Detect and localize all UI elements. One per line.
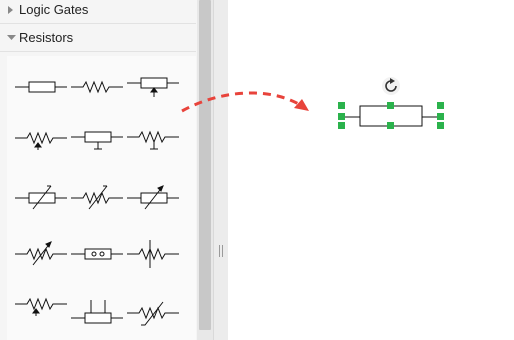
- resize-handle[interactable]: [338, 113, 345, 120]
- resize-handle[interactable]: [387, 122, 394, 129]
- resize-handle[interactable]: [437, 102, 444, 109]
- resize-handle[interactable]: [338, 122, 345, 129]
- resize-handle[interactable]: [437, 122, 444, 129]
- rotate-handle-icon[interactable]: [382, 77, 400, 95]
- drag-arrow-path: [181, 91, 303, 113]
- resize-handle[interactable]: [387, 102, 394, 109]
- resize-handle[interactable]: [338, 102, 345, 109]
- canvas-overlay: [181, 77, 444, 129]
- resize-handle[interactable]: [437, 113, 444, 120]
- arrow-head-icon: [294, 99, 309, 111]
